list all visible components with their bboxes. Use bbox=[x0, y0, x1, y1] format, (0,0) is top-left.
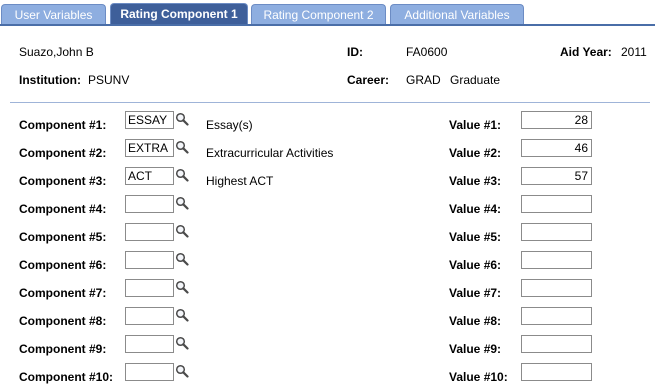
component-4-lookup-icon[interactable] bbox=[175, 196, 189, 210]
component-10-lookup-icon[interactable] bbox=[175, 364, 189, 378]
tab-user-variables[interactable]: User Variables bbox=[1, 4, 106, 24]
value-8-input[interactable] bbox=[521, 307, 592, 325]
component-8-lookup-icon[interactable] bbox=[175, 308, 189, 322]
value-1-input[interactable] bbox=[521, 111, 592, 129]
value-8-label: Value #8: bbox=[449, 314, 502, 328]
component-2-description: Extracurricular Activities bbox=[206, 146, 334, 160]
value-5-label: Value #5: bbox=[449, 230, 502, 244]
component-3-code-input[interactable] bbox=[125, 167, 174, 185]
component-3-label: Component #3: bbox=[19, 174, 107, 188]
component-3-lookup-icon[interactable] bbox=[175, 168, 189, 182]
value-10-input[interactable] bbox=[521, 363, 592, 381]
component-3-description: Highest ACT bbox=[206, 174, 274, 188]
component-7-lookup-icon[interactable] bbox=[175, 280, 189, 294]
component-4-code-input[interactable] bbox=[125, 195, 174, 213]
career-label: Career: bbox=[347, 73, 390, 87]
component-2-label: Component #2: bbox=[19, 146, 107, 160]
value-3-label: Value #3: bbox=[449, 174, 502, 188]
component-1-lookup-icon[interactable] bbox=[175, 112, 189, 126]
component-7-label: Component #7: bbox=[19, 286, 107, 300]
aid-year-value: 2011 bbox=[621, 45, 647, 59]
career-code: GRAD bbox=[406, 73, 441, 87]
value-9-label: Value #9: bbox=[449, 342, 502, 356]
student-name: Suazo,John B bbox=[19, 45, 94, 59]
section-divider bbox=[10, 102, 650, 103]
component-10-code-input[interactable] bbox=[125, 363, 174, 381]
component-9-lookup-icon[interactable] bbox=[175, 336, 189, 350]
aid-year-label: Aid Year: bbox=[560, 45, 612, 59]
value-2-label: Value #2: bbox=[449, 146, 502, 160]
value-6-label: Value #6: bbox=[449, 258, 502, 272]
component-5-code-input[interactable] bbox=[125, 223, 174, 241]
value-3-input[interactable] bbox=[521, 167, 592, 185]
id-value: FA0600 bbox=[406, 45, 448, 59]
component-7-code-input[interactable] bbox=[125, 279, 174, 297]
tab-underline bbox=[0, 24, 655, 26]
component-6-label: Component #6: bbox=[19, 258, 107, 272]
component-6-code-input[interactable] bbox=[125, 251, 174, 269]
component-10-label: Component #10: bbox=[19, 370, 114, 384]
component-5-label: Component #5: bbox=[19, 230, 107, 244]
value-7-input[interactable] bbox=[521, 279, 592, 297]
component-1-code-input[interactable] bbox=[125, 111, 174, 129]
component-1-label: Component #1: bbox=[19, 118, 107, 132]
component-8-label: Component #8: bbox=[19, 314, 107, 328]
component-6-lookup-icon[interactable] bbox=[175, 252, 189, 266]
component-5-lookup-icon[interactable] bbox=[175, 224, 189, 238]
component-9-code-input[interactable] bbox=[125, 335, 174, 353]
value-9-input[interactable] bbox=[521, 335, 592, 353]
career-description: Graduate bbox=[450, 73, 501, 87]
value-6-input[interactable] bbox=[521, 251, 592, 269]
tab-additional-variables[interactable]: Additional Variables bbox=[390, 4, 524, 24]
tab-rating-component-1[interactable]: Rating Component 1 bbox=[110, 3, 248, 25]
tab-bar: User Variables Rating Component 1 Rating… bbox=[0, 0, 655, 26]
value-10-label: Value #10: bbox=[449, 370, 508, 384]
institution-value: PSUNV bbox=[88, 73, 130, 87]
value-4-label: Value #4: bbox=[449, 202, 502, 216]
component-8-code-input[interactable] bbox=[125, 307, 174, 325]
value-2-input[interactable] bbox=[521, 139, 592, 157]
component-4-label: Component #4: bbox=[19, 202, 107, 216]
component-9-label: Component #9: bbox=[19, 342, 107, 356]
id-label: ID: bbox=[347, 45, 363, 59]
component-2-code-input[interactable] bbox=[125, 139, 174, 157]
value-7-label: Value #7: bbox=[449, 286, 502, 300]
value-4-input[interactable] bbox=[521, 195, 592, 213]
tab-rating-component-2[interactable]: Rating Component 2 bbox=[251, 4, 386, 24]
value-5-input[interactable] bbox=[521, 223, 592, 241]
component-2-lookup-icon[interactable] bbox=[175, 140, 189, 154]
component-1-description: Essay(s) bbox=[206, 118, 253, 132]
value-1-label: Value #1: bbox=[449, 118, 502, 132]
institution-label: Institution: bbox=[19, 73, 81, 87]
